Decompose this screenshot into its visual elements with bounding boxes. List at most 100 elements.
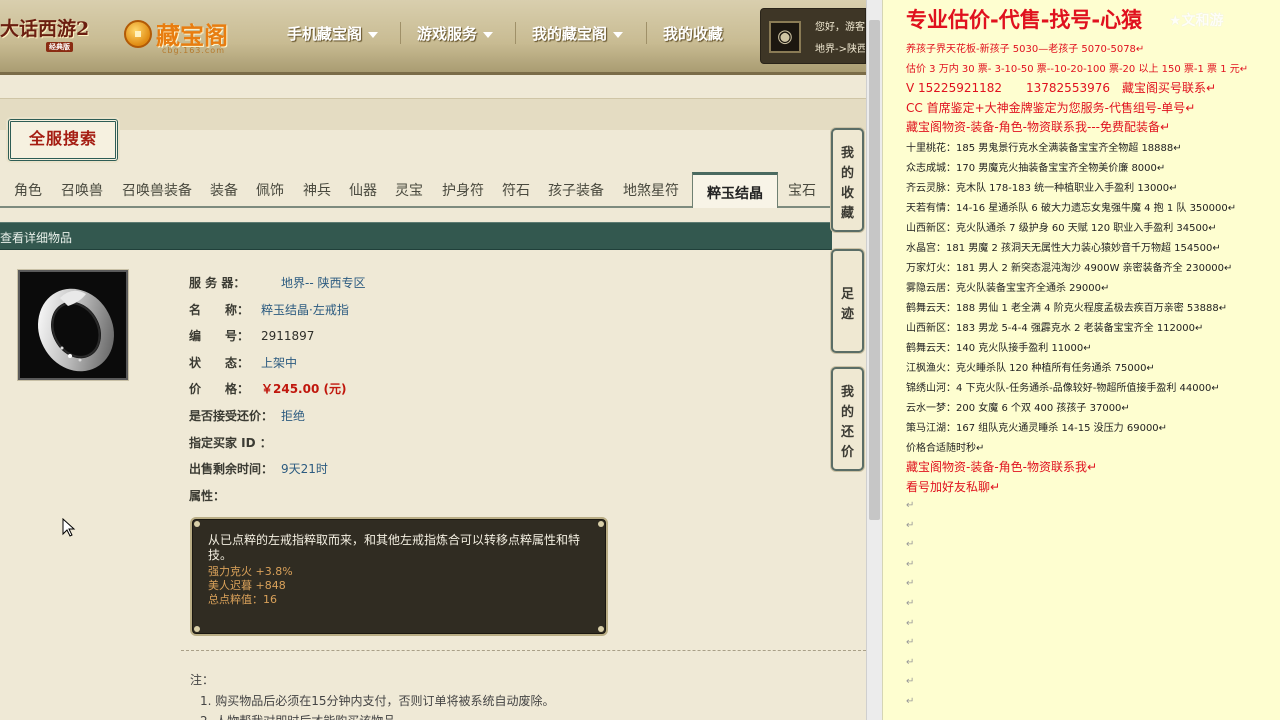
tab-13[interactable]: 宝石 bbox=[788, 180, 816, 200]
chevron-down-icon bbox=[483, 31, 494, 38]
nav-label: 手机藏宝阁 bbox=[287, 25, 363, 43]
side-tab-favorites[interactable]: 我的收藏 bbox=[831, 128, 864, 232]
site-header: 大话西游2 经典版 藏宝阁 cbg.163.com 手机藏宝阁 游戏服务 我的藏… bbox=[0, 0, 866, 75]
nav-my-favorites[interactable]: 我的收藏 bbox=[663, 23, 723, 44]
scrollbar-thumb[interactable] bbox=[869, 20, 880, 520]
field-label: 出售剩余时间： bbox=[189, 462, 274, 476]
site-logo-url: cbg.163.com bbox=[162, 46, 225, 55]
nav-game-services[interactable]: 游戏服务 bbox=[417, 23, 494, 44]
user-greeting: 您好，游客 bbox=[815, 22, 865, 33]
doc-line: 齐云灵脉：克木队 178-183 统一种植职业入手盈利 13000↵ bbox=[906, 183, 1178, 194]
doc-line: 水晶宫：181 男魔 2 孩洞天无属性大力装心猿妙音千万物超 154500↵ bbox=[906, 243, 1221, 254]
doc-line: 云水一梦：200 女魔 6 个双 400 孩孩子 37000↵ bbox=[906, 403, 1130, 414]
doc-line: 万家灯火：181 男人 2 新突态混沌淘沙 4900W 亲密装备齐全 23000… bbox=[906, 263, 1233, 274]
item-field: 状 态： 上架中 bbox=[189, 354, 297, 371]
item-field: 价 格： ￥245.00 (元) bbox=[189, 380, 346, 397]
note-item: 1. 购买物品后必须在15分钟内支付，否则订单将被系统自动废除。 bbox=[200, 694, 555, 708]
nav-my-cbg[interactable]: 我的藏宝阁 bbox=[532, 23, 624, 44]
paragraph-mark: ↵ bbox=[906, 598, 915, 609]
item-field: 指定买家 ID ： bbox=[189, 434, 281, 451]
doc-line: 养孩子界天花板-新孩子 5030—老孩子 5070-5078↵ bbox=[906, 44, 1145, 55]
tab-1[interactable]: 召唤兽 bbox=[61, 180, 103, 200]
mouse-cursor-icon bbox=[62, 518, 76, 537]
section-title: 查看详细物品 bbox=[0, 231, 73, 245]
tab-5[interactable]: 神兵 bbox=[303, 180, 331, 200]
doc-line: 雾隐云居：克火队装备宝宝齐全通杀 29000↵ bbox=[906, 283, 1110, 294]
user-server[interactable]: 地界->陕西 bbox=[815, 40, 865, 55]
item-description: 从已点粹的左戒指粹取而来，和其他左戒指炼合可以转移点粹属性和特技。 bbox=[208, 533, 581, 562]
item-description-box: 从已点粹的左戒指粹取而来，和其他左戒指炼合可以转移点粹属性和特技。 强力克火 +… bbox=[190, 517, 608, 636]
doc-line: 策马江湖：167 组队克火通灵睡杀 14-15 没压力 69000↵ bbox=[906, 423, 1168, 434]
item-field: 是否接受还价： 拒绝 bbox=[189, 407, 305, 424]
doc-line: 十里桃花：185 男鬼景行克水全满装备宝宝齐全物超 18888↵ bbox=[906, 143, 1182, 154]
doc-line: 鹤舞云天：140 克火队接手盈利 11000↵ bbox=[906, 343, 1092, 354]
item-attribute: 总点粹值：16 bbox=[208, 593, 277, 606]
field-label: 是否接受还价： bbox=[189, 409, 274, 423]
paragraph-mark: ↵ bbox=[906, 539, 915, 551]
side-tab-footprints[interactable]: 足迹 bbox=[831, 249, 864, 353]
tab-8[interactable]: 护身符 bbox=[442, 180, 484, 200]
avatar[interactable]: ◉ bbox=[769, 21, 801, 53]
doc-line: 众志成城：170 男魔克火抽装备宝宝齐全物美价廉 8000↵ bbox=[906, 163, 1166, 174]
doc-line: 价格合适随时秒↵ bbox=[906, 443, 985, 454]
side-tab-label: 我的收藏 bbox=[840, 146, 854, 221]
field-value: ￥245.00 (元) bbox=[261, 382, 347, 396]
section-header: 查看详细物品 bbox=[0, 222, 832, 250]
field-label: 属性： bbox=[189, 489, 226, 503]
nav-divider bbox=[400, 22, 401, 44]
nav-divider bbox=[515, 22, 516, 44]
category-tabs: 角色 召唤兽 召唤兽装备 装备 佩饰 神兵 仙器 灵宝 护身符 符石 孩子装备 地煞星符 粹玉结晶 宝石 bbox=[0, 172, 832, 208]
field-value: 地界-- 陕西专区 bbox=[281, 276, 366, 290]
field-label: 服 务 器： bbox=[189, 276, 246, 290]
notes-document: 专业估价-代售-找号-心猿 ★文和游 养孩子界天花板-新孩子 5030—老孩子 … bbox=[882, 0, 1280, 720]
tab-10[interactable]: 孩子装备 bbox=[548, 180, 604, 200]
nav-divider bbox=[646, 22, 647, 44]
tab-3[interactable]: 装备 bbox=[210, 180, 238, 200]
user-panel: ◉ 您好，游客 地界->陕西 bbox=[760, 8, 866, 64]
notes-divider bbox=[181, 650, 866, 651]
doc-line: 山西新区：克火队通杀 7 级护身 60 天赋 120 职业入手盈利 34500↵ bbox=[906, 223, 1217, 234]
item-field: 编 号： 2911897 bbox=[189, 327, 314, 344]
item-image bbox=[18, 270, 128, 380]
doc-line: 天若有情：14-16 星通杀队 6 破大力遗忘女鬼强牛魔 4 抱 1 队 350… bbox=[906, 203, 1237, 214]
field-value: 拒绝 bbox=[281, 409, 306, 423]
item-field: 名 称： 粹玉结晶·左戒指 bbox=[189, 301, 349, 318]
coin-icon bbox=[124, 20, 152, 48]
game-logo-text: 大话西游2 bbox=[0, 18, 90, 40]
field-label: 指定买家 ID ： bbox=[189, 436, 272, 450]
tab-7[interactable]: 灵宝 bbox=[395, 180, 423, 200]
game-logo-sub: 经典版 bbox=[46, 42, 73, 52]
paragraph-mark: ↵ bbox=[906, 637, 915, 649]
doc-line: 看号加好友私聊↵ bbox=[906, 480, 1001, 494]
doc-line: 山西新区：183 男龙 5-4-4 强霹克水 2 老装备宝宝齐全 112000↵ bbox=[906, 323, 1204, 334]
field-value: 9天21时 bbox=[281, 462, 328, 476]
doc-line: V 15225921182 13782553976 藏宝阁买号联系↵ bbox=[906, 81, 1217, 95]
paragraph-mark: ↵ bbox=[906, 617, 915, 629]
doc-title: 专业估价-代售-找号-心猿 bbox=[906, 8, 1143, 32]
doc-line: 藏宝阁物资-装备-角色-物资联系我---免费配装备↵ bbox=[906, 120, 1171, 134]
side-tab-label: 我的还价 bbox=[840, 385, 854, 460]
tab-9[interactable]: 符石 bbox=[502, 180, 530, 200]
tab-4[interactable]: 佩饰 bbox=[256, 180, 284, 200]
nav-label: 游戏服务 bbox=[417, 25, 478, 43]
search-banner bbox=[0, 98, 866, 130]
doc-line: 江枫渔火：克火睡杀队 120 种植所有任务通杀 75000↵ bbox=[906, 363, 1155, 374]
nav-mobile-cbg[interactable]: 手机藏宝阁 bbox=[287, 23, 379, 44]
game-logo[interactable]: 大话西游2 经典版 bbox=[0, 14, 100, 54]
side-tab-counteroffers[interactable]: 我的还价 bbox=[831, 367, 864, 471]
tab-2[interactable]: 召唤兽装备 bbox=[122, 180, 192, 200]
paragraph-mark: ↵ bbox=[906, 676, 915, 688]
paragraph-mark: ↵ bbox=[906, 500, 915, 511]
tab-12[interactable]: 粹玉结晶 bbox=[692, 172, 778, 208]
site-logo[interactable]: 藏宝阁 cbg.163.com bbox=[122, 12, 232, 56]
tab-0[interactable]: 角色 bbox=[14, 180, 42, 200]
nav-label: 我的藏宝阁 bbox=[532, 25, 608, 43]
page-scrollbar[interactable] bbox=[866, 0, 882, 720]
side-tab-label: 足迹 bbox=[840, 287, 854, 322]
tab-11[interactable]: 地煞星符 bbox=[623, 180, 679, 200]
doc-line: CC 首席鉴定+大神金牌鉴定为您服务-代售组号-单号↵ bbox=[906, 101, 1196, 115]
tab-6[interactable]: 仙器 bbox=[349, 180, 377, 200]
doc-line: 藏宝阁物资-装备-角色-物资联系我↵ bbox=[906, 460, 1098, 474]
paragraph-mark: ↵ bbox=[906, 578, 915, 590]
paragraph-mark: ↵ bbox=[906, 656, 915, 668]
